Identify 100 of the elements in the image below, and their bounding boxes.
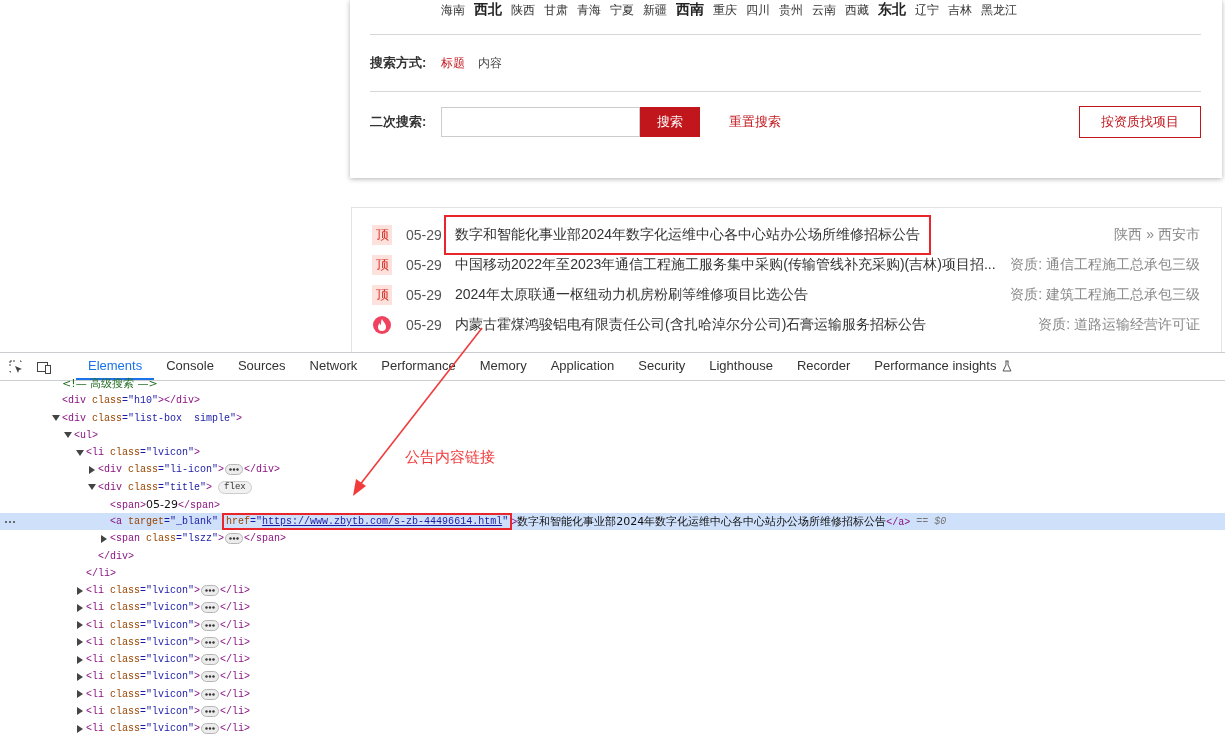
ellipsis-button[interactable] [201,705,220,717]
dom-node-code: <li class="lvicon"> [86,654,201,666]
region-link[interactable]: 海南 [441,1,465,19]
dom-node-code: <div class="li-icon"> [98,464,225,476]
dom-node-code: <span>05-29</span> [110,497,220,511]
closing-tag: </li> [220,602,251,614]
listing-meta: 陕西 » 西安市 [1113,226,1200,244]
expand-arrow-icon[interactable] [87,464,97,475]
devtools-tab[interactable]: Recorder [784,353,863,380]
listing-title-link[interactable]: 数字和智能化事业部2024年数字化运维中心各中心站办公场所维修招标公告 [446,217,930,253]
search-mode-option[interactable]: 标题 [441,54,465,72]
reset-search-link[interactable]: 重置搜索 [729,113,781,131]
listing-date: 05-29 [406,227,443,243]
region-link[interactable]: 东北 [878,1,906,19]
flask-icon [1002,359,1013,372]
region-link[interactable]: 青海 [577,1,601,19]
closing-tag: </li> [220,636,251,648]
listing-meta: 资质: 建筑工程施工总承包三级 [1009,286,1200,304]
region-link[interactable]: 西南 [676,1,704,19]
dom-node-code: <li class="lvicon"> [86,723,201,735]
region-link[interactable]: 西藏 [845,1,869,19]
region-link[interactable]: 宁夏 [610,1,634,19]
dom-node-code: <li class="lvicon"> [86,705,201,717]
ellipsis-button[interactable] [201,585,220,597]
closing-tag: </li> [86,567,116,579]
closing-tag: </li> [220,671,251,683]
ellipsis-button[interactable] [201,636,220,648]
closing-tag: </div> [244,464,281,476]
more-icon[interactable] [4,519,16,524]
dom-node-code: <li class="lvicon"> [86,447,201,459]
closing-tag: </li> [220,654,251,666]
ellipsis-button[interactable] [201,671,220,683]
devtools-tab[interactable]: Application [538,353,627,380]
devtools-tab[interactable]: Performance insights [862,353,1025,380]
listing-title-link[interactable]: 2024年太原联通一枢纽动力机房粉刷等维修项目比选公告 [455,286,809,304]
pinned-badge: 顶 [372,255,392,275]
closing-tag: </li> [220,619,251,631]
listing-title-link[interactable]: 内蒙古霍煤鸿骏铝电有限责任公司(含扎哈淖尔分公司)石膏运输服务招标公告 [455,316,927,334]
search-mode-label: 搜索方式: [370,54,428,72]
region-link[interactable]: 黑龙江 [981,1,1017,19]
devtools-tab[interactable]: Network [297,353,370,380]
closing-tag: </div> [98,550,134,562]
region-link[interactable]: 甘肃 [544,1,568,19]
collapse-arrow-icon[interactable] [75,447,85,458]
ellipsis-button[interactable] [201,602,220,614]
ellipsis-button[interactable] [225,464,244,476]
expand-arrow-icon[interactable] [75,671,85,682]
flame-icon [372,315,392,335]
search-field[interactable] [441,107,640,137]
listing-date: 05-29 [406,317,443,333]
qualification-search-button[interactable]: 按资质找项目 [1079,106,1201,138]
inspect-element-icon[interactable] [8,358,24,375]
expand-arrow-icon[interactable] [75,620,85,631]
url-link[interactable]: https://www.zbytb.com/s-zb-44496614.html [262,516,503,528]
region-link[interactable]: 陕西 [511,1,535,19]
expand-arrow-icon[interactable] [75,637,85,648]
closing-tag: </li> [220,723,251,735]
closing-tag: </li> [220,585,251,597]
listing-meta: 资质: 道路运输经营许可证 [1037,316,1200,334]
annotation-label: 公告内容链接 [405,448,495,467]
expand-arrow-icon[interactable] [75,585,85,596]
region-link[interactable]: 辽宁 [915,1,939,19]
devtools-tab[interactable]: Memory [467,353,539,380]
listing-meta: 资质: 通信工程施工总承包三级 [1009,256,1200,274]
flex-badge[interactable]: flex [218,480,252,494]
dom-node-code: <div class="title"> [98,481,213,493]
region-link[interactable]: 四川 [746,1,770,19]
ellipsis-button[interactable] [201,723,220,735]
dom-node-code: <li class="lvicon"> [86,636,201,648]
expand-arrow-icon[interactable] [75,723,85,734]
listing-title-link[interactable]: 中国移动2022年至2023年通信工程施工服务集中采购(传输管线补充采购)(吉林)项目招... [455,256,996,274]
listing-date: 05-29 [406,287,443,303]
region-link[interactable]: 云南 [812,1,836,19]
region-link[interactable]: 重庆 [713,1,737,19]
second-search-label: 二次搜索: [370,113,428,131]
search-mode-option[interactable]: 内容 [478,54,502,72]
ellipsis-button[interactable] [201,619,220,631]
expand-arrow-icon[interactable] [75,602,85,613]
dom-node-code: <div class="list-box simple"> [62,412,243,424]
expand-arrow-icon[interactable] [99,533,109,544]
dom-node-code: <span class="lszz"> [110,533,225,545]
region-link[interactable]: 新疆 [643,1,667,19]
ellipsis-button[interactable] [201,688,220,700]
ellipsis-button[interactable] [201,654,220,666]
dom-node-code: <div class="h10"></div> [62,395,201,407]
region-link[interactable]: 吉林 [948,1,972,19]
node-reference: == $0 [916,516,947,528]
expand-arrow-icon[interactable] [75,654,85,665]
region-link[interactable]: 西北 [474,1,502,19]
ellipsis-button[interactable] [225,533,244,545]
region-link[interactable]: 贵州 [779,1,803,19]
pinned-badge: 顶 [372,285,392,305]
devtools-tab[interactable]: Sources [225,353,298,380]
dom-node-code: <li class="lvicon"> [86,671,201,683]
search-button[interactable]: 搜索 [640,107,700,137]
expand-arrow-icon[interactable] [75,689,85,700]
dom-node-code: <li class="lvicon"> [86,585,201,597]
devtools-tab[interactable]: Lighthouse [697,353,785,380]
devtools-tab[interactable]: Security [626,353,698,380]
expand-arrow-icon[interactable] [75,706,85,717]
